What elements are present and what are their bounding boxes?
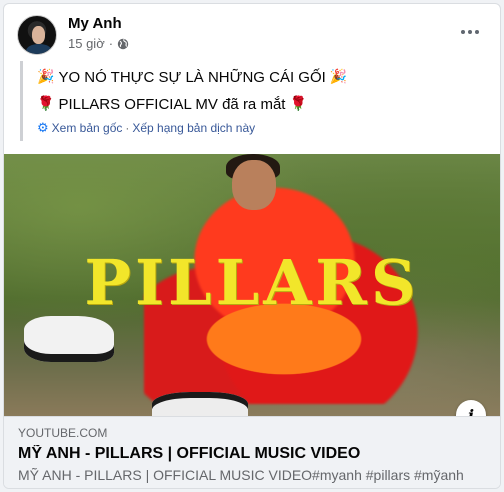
more-horizontal-icon: [461, 30, 465, 34]
video-thumbnail[interactable]: PILLARS i: [4, 154, 500, 416]
rose-icon: 🌹: [289, 96, 307, 112]
meta-separator: ·: [108, 36, 114, 51]
more-options-button[interactable]: [458, 22, 482, 42]
post-meta: 15 giờ ·: [68, 36, 129, 51]
post-text-line-1: 🎉 YO NÓ THỰC SỰ LÀ NHỮNG CÁI GỐI 🎉: [37, 66, 490, 88]
sneaker-image: [152, 392, 248, 416]
rate-translation-link[interactable]: Xếp hạng bản dịch này: [132, 121, 255, 135]
sneaker-image: [24, 316, 114, 362]
post-text: YO NÓ THỰC SỰ LÀ NHỮNG CÁI GỐI: [58, 68, 326, 86]
post-text: PILLARS OFFICIAL MV đã ra mắt: [58, 95, 286, 113]
globe-icon[interactable]: [117, 38, 129, 50]
gear-icon[interactable]: ⚙: [37, 120, 49, 136]
post-text-line-2: 🌹 PILLARS OFFICIAL MV đã ra mắt 🌹: [37, 93, 490, 115]
link-separator: ·: [125, 121, 130, 135]
thumbnail-title-text: PILLARS: [84, 246, 420, 319]
author-name[interactable]: My Anh: [68, 15, 122, 32]
rose-icon: 🌹: [37, 96, 55, 112]
party-popper-icon: 🎉: [329, 69, 348, 85]
avatar[interactable]: [17, 15, 57, 55]
party-popper-icon: 🎉: [37, 69, 55, 85]
see-original-link[interactable]: Xem bản gốc: [52, 121, 123, 135]
link-description: MỸ ANH - PILLARS | OFFICIAL MUSIC VIDEO#…: [18, 467, 464, 483]
post-time[interactable]: 15 giờ: [68, 36, 105, 51]
post-header: My Anh 15 giờ ·: [4, 4, 500, 64]
link-preview[interactable]: YOUTUBE.COM MỸ ANH - PILLARS | OFFICIAL …: [4, 416, 500, 488]
post-card: My Anh 15 giờ · 🎉 YO NÓ THỰC SỰ LÀ NHỮNG…: [3, 3, 501, 489]
translated-text-block: 🎉 YO NÓ THỰC SỰ LÀ NHỮNG CÁI GỐI 🎉 🌹 PIL…: [20, 61, 490, 141]
link-title[interactable]: MỸ ANH - PILLARS | OFFICIAL MUSIC VIDEO: [18, 445, 486, 463]
link-source: YOUTUBE.COM: [18, 426, 108, 440]
translation-links: ⚙ Xem bản gốc · Xếp hạng bản dịch này: [37, 120, 490, 136]
